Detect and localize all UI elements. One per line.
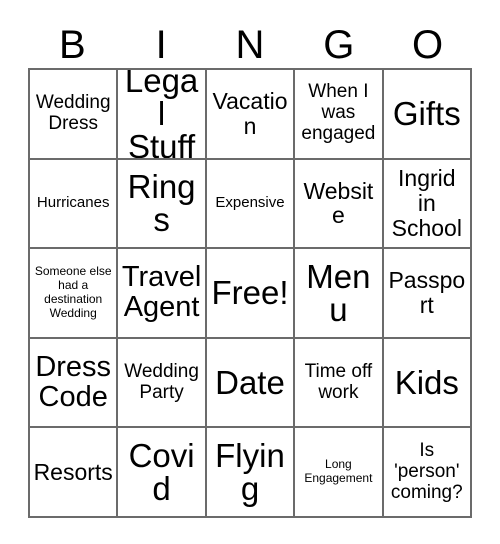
bingo-card: B I N G O Wedding Dress Legal Stuff Vacati… [0, 0, 500, 544]
bingo-cell-label: Is 'person' coming? [390, 439, 463, 503]
bingo-cell-label: Someone else had a destination Wedding [34, 264, 112, 320]
bingo-cell[interactable]: Time off work [295, 338, 384, 429]
bingo-cell-label: Rings [127, 168, 196, 239]
bingo-cell[interactable]: Ingrid in School [383, 159, 472, 250]
bingo-cell[interactable]: Gifts [383, 70, 472, 160]
bingo-grid: Wedding Dress Legal Stuff Vacation When I w… [28, 68, 472, 518]
bingo-cell-label: Dress Code [35, 351, 112, 413]
bingo-header: B I N G O [28, 22, 472, 68]
bingo-cell-label: Ingrid in School [391, 165, 462, 241]
bingo-cell[interactable]: Dress Code [30, 338, 119, 429]
bingo-cell-label: Flying [215, 437, 285, 508]
bingo-cell-label: Hurricanes [36, 193, 110, 211]
bingo-cell-label: Time off work [304, 360, 373, 403]
bingo-cell-label: Free! [211, 274, 289, 312]
header-letter-n: N [235, 23, 265, 67]
bingo-cell[interactable]: Long Engagement [295, 428, 384, 518]
bingo-cell-label: Wedding Dress [35, 91, 111, 134]
bingo-cell-label: Long Engagement [304, 457, 373, 486]
bingo-cell[interactable]: Resorts [30, 428, 119, 518]
bingo-cell[interactable]: Legal Stuff [118, 70, 207, 160]
bingo-cell-label: When I was engaged [301, 81, 376, 145]
bingo-cell-label: Menu [306, 257, 371, 328]
bingo-cell-label: Vacation [212, 87, 288, 139]
bingo-cell-label: Resorts [33, 458, 113, 485]
header-letter-g: G [323, 23, 355, 67]
bingo-cell-label: Wedding Party [124, 360, 199, 403]
header-letter-o: O [412, 23, 444, 67]
bingo-cell[interactable]: Wedding Party [118, 338, 207, 429]
bingo-cell[interactable]: Date [206, 338, 296, 429]
bingo-cell[interactable]: When I was engaged [295, 70, 384, 160]
bingo-cell[interactable]: Website [295, 159, 384, 250]
bingo-cell-label: Legal Stuff [124, 70, 199, 160]
bingo-cell[interactable]: Passport [383, 249, 472, 339]
bingo-cell[interactable]: Expensive [206, 159, 296, 250]
bingo-cell[interactable]: Travel Agent [118, 249, 207, 339]
bingo-cell-label: Covid [128, 437, 195, 508]
bingo-cell-label: Kids [394, 364, 459, 402]
bingo-cell[interactable]: Menu [295, 249, 384, 339]
bingo-cell[interactable]: Wedding Dress [30, 70, 119, 160]
bingo-cell-label: Website [303, 177, 374, 229]
bingo-cell[interactable]: Hurricanes [30, 159, 119, 250]
bingo-cell-label: Date [215, 364, 285, 402]
bingo-cell-label: Travel Agent [121, 261, 202, 323]
header-letter-b: B [59, 23, 86, 67]
bingo-cell[interactable]: Flying [206, 428, 296, 518]
bingo-cell[interactable]: Covid [118, 428, 207, 518]
bingo-cell-label: Gifts [392, 95, 461, 133]
bingo-cell-label: Passport [388, 267, 466, 318]
bingo-cell[interactable]: Is 'person' coming? [383, 428, 472, 518]
bingo-cell[interactable]: Rings [118, 159, 207, 250]
bingo-cell[interactable]: Free! [206, 249, 296, 339]
bingo-cell[interactable]: Vacation [206, 70, 296, 160]
bingo-cell[interactable]: Someone else had a destination Wedding [30, 249, 119, 339]
bingo-cell[interactable]: Kids [383, 338, 472, 429]
bingo-cell-label: Expensive [215, 193, 285, 211]
header-letter-i: I [155, 23, 167, 67]
